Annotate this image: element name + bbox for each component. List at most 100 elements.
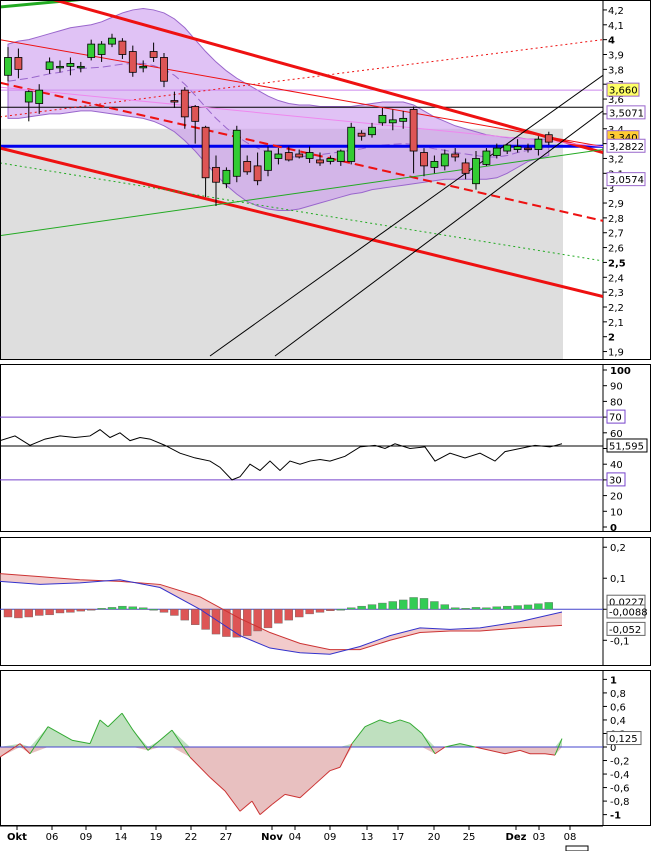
candle-body bbox=[368, 126, 376, 136]
candle-body bbox=[14, 57, 23, 70]
macd-histogram-bar bbox=[35, 609, 44, 616]
momentum-tick-label: 1 bbox=[610, 675, 617, 686]
scroll-handle bbox=[565, 845, 589, 852]
x-tick-label: 06 bbox=[46, 832, 59, 843]
macd-histogram-bar bbox=[118, 605, 127, 610]
macd-histogram-bar bbox=[190, 609, 200, 625]
price-tick-label: 2,9 bbox=[608, 199, 624, 210]
price-tick-label: 3,2 bbox=[608, 154, 624, 165]
rsi-tick-label: 20 bbox=[610, 492, 623, 503]
x-tick-label: 08 bbox=[564, 832, 577, 843]
price-tick-label: 2,5 bbox=[608, 258, 626, 269]
rsi-tick-label: 10 bbox=[610, 507, 623, 518]
macd-histogram-bar bbox=[461, 608, 470, 610]
macd-histogram-bar bbox=[430, 601, 439, 610]
macd-histogram-bar bbox=[513, 605, 522, 610]
candle-body bbox=[295, 153, 304, 158]
macd-histogram-bar bbox=[201, 609, 210, 630]
candle-body bbox=[253, 165, 262, 182]
candle-body bbox=[45, 61, 54, 70]
candle-body bbox=[461, 162, 470, 174]
macd-histogram-bar bbox=[24, 609, 33, 618]
momentum-tick-label: -1 bbox=[610, 811, 621, 822]
momentum-tick-label: 0,4 bbox=[610, 716, 626, 727]
x-tick-label: Okt bbox=[7, 832, 27, 843]
candle-body bbox=[482, 150, 491, 165]
price-tick-label: 2,1 bbox=[608, 318, 624, 329]
candle-body bbox=[544, 134, 553, 143]
price-badge-label: 3,5071 bbox=[609, 108, 644, 119]
candle-body bbox=[524, 147, 532, 150]
price-tick-label: 2,7 bbox=[608, 229, 624, 240]
macd-badge-label: -0,052 bbox=[609, 625, 641, 636]
macd-histogram-bar bbox=[409, 597, 418, 610]
x-tick-label: Dez bbox=[506, 832, 527, 843]
price-tick-label: 4,1 bbox=[608, 21, 624, 32]
macd-histogram-bar bbox=[305, 609, 314, 615]
macd-histogram-bar bbox=[482, 607, 491, 610]
candle-body bbox=[149, 51, 158, 58]
macd-histogram-bar bbox=[471, 607, 481, 610]
momentum-tick-label: 0,6 bbox=[610, 702, 626, 713]
candle-body bbox=[191, 106, 200, 122]
candle-body bbox=[97, 43, 106, 55]
candle-body bbox=[440, 153, 449, 167]
candle-body bbox=[76, 65, 85, 69]
rsi-tick-label: 60 bbox=[610, 429, 623, 440]
candle-body bbox=[160, 57, 168, 82]
candle-body bbox=[222, 169, 231, 185]
candle-body bbox=[451, 153, 460, 158]
rsi-tick-label: 80 bbox=[610, 397, 623, 408]
candle-body bbox=[326, 158, 335, 162]
candle-body bbox=[472, 158, 480, 185]
price-tick-label: 2,8 bbox=[608, 214, 624, 225]
macd-histogram-bar bbox=[295, 609, 304, 618]
macd-badge-label: -0,0088 bbox=[609, 607, 648, 618]
momentum-tick-label: -0,4 bbox=[610, 770, 630, 781]
macd-histogram-bar bbox=[149, 609, 158, 611]
candle-body bbox=[264, 150, 272, 171]
candle-body bbox=[430, 161, 439, 168]
x-tick-label: 03 bbox=[533, 832, 546, 843]
macd-histogram-bar bbox=[128, 606, 138, 610]
price-tick-label: 2,3 bbox=[608, 288, 624, 299]
x-tick-label: 17 bbox=[392, 832, 405, 843]
macd-histogram-bar bbox=[419, 598, 429, 610]
price-tick-label: 3,8 bbox=[608, 65, 624, 76]
candle-body bbox=[534, 138, 543, 150]
macd-tick-label: -0,1 bbox=[610, 636, 630, 647]
rsi-tick-label: 90 bbox=[610, 382, 623, 393]
candle-body bbox=[4, 57, 12, 76]
momentum-tick-label: -0,8 bbox=[610, 797, 630, 808]
candle-body bbox=[378, 114, 387, 124]
macd-histogram-bar bbox=[326, 609, 335, 612]
candle-body bbox=[409, 109, 418, 152]
candle-body bbox=[212, 166, 220, 183]
x-tick-label: 25 bbox=[463, 832, 476, 843]
candle-body bbox=[305, 152, 314, 159]
candle-body bbox=[24, 91, 33, 103]
macd-histogram-bar bbox=[170, 609, 179, 616]
macd-histogram-bar bbox=[388, 601, 397, 610]
macd-histogram-bar bbox=[180, 609, 190, 621]
candle-body bbox=[420, 152, 428, 167]
x-tick-label: 04 bbox=[289, 832, 302, 843]
candle-body bbox=[399, 117, 408, 122]
macd-histogram-bar bbox=[14, 609, 23, 619]
price-tick-label: 4,2 bbox=[608, 6, 624, 17]
x-tick-label: 27 bbox=[220, 832, 233, 843]
macd-histogram-bar bbox=[45, 609, 54, 616]
candle-body bbox=[243, 161, 252, 173]
candle-body bbox=[347, 126, 356, 162]
candle-body bbox=[316, 159, 324, 164]
candle-body bbox=[35, 89, 44, 104]
macd-histogram-bar bbox=[399, 599, 408, 610]
candle-body bbox=[232, 129, 241, 177]
candle-body bbox=[128, 51, 137, 73]
price-tick-label: 2,4 bbox=[608, 273, 624, 284]
candle-body bbox=[56, 65, 64, 69]
rsi-badge-label: 30 bbox=[609, 475, 622, 486]
x-tick-label: Nov bbox=[261, 832, 283, 843]
x-tick-label: 22 bbox=[185, 832, 198, 843]
macd-histogram-bar bbox=[503, 605, 512, 610]
